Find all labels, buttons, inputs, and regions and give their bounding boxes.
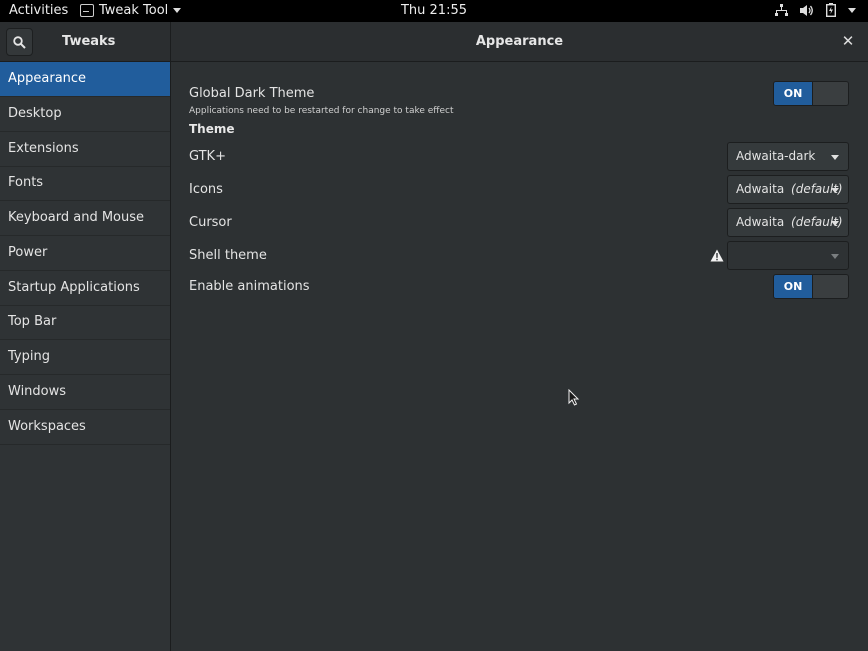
sidebar-item-top-bar[interactable]: Top Bar xyxy=(0,305,170,340)
activities-button[interactable]: Activities xyxy=(9,3,68,18)
system-menu-chevron-icon xyxy=(848,7,856,13)
chevron-down-icon xyxy=(831,254,839,259)
chevron-down-icon xyxy=(831,221,839,226)
switch-on-label: ON xyxy=(774,275,812,298)
switch-knob xyxy=(812,82,848,105)
app-title: Tweaks xyxy=(62,34,116,49)
cursor-theme-value: Adwaita xyxy=(736,215,785,229)
app-menu-label: Tweak Tool xyxy=(99,3,169,18)
close-icon: ✕ xyxy=(841,32,855,50)
sidebar-item-workspaces[interactable]: Workspaces xyxy=(0,410,170,445)
switch-knob xyxy=(812,275,848,298)
gtk-theme-value: Adwaita-dark xyxy=(736,149,816,163)
warning-icon xyxy=(710,249,724,262)
close-button[interactable]: ✕ xyxy=(840,32,856,50)
sidebar-item-power[interactable]: Power xyxy=(0,236,170,271)
sidebar-item-keyboard-and-mouse[interactable]: Keyboard and Mouse xyxy=(0,201,170,236)
app-menu[interactable]: Tweak Tool xyxy=(80,3,182,18)
theme-heading: Theme xyxy=(189,122,235,136)
global-dark-theme-switch[interactable]: ON xyxy=(773,81,849,106)
cursor-theme-dropdown[interactable]: Adwaita (default) xyxy=(727,208,849,237)
appearance-panel: Global Dark Theme Applications need to b… xyxy=(172,62,868,651)
mouse-pointer-icon xyxy=(568,389,580,406)
sidebar: Appearance Desktop Extensions Fonts Keyb… xyxy=(0,62,171,651)
tweak-tool-icon xyxy=(80,4,94,17)
search-button[interactable] xyxy=(6,28,33,56)
global-dark-theme-label: Global Dark Theme xyxy=(189,86,315,101)
search-icon xyxy=(13,35,26,49)
enable-animations-switch[interactable]: ON xyxy=(773,274,849,299)
icons-theme-label: Icons xyxy=(189,182,223,197)
sidebar-item-desktop[interactable]: Desktop xyxy=(0,97,170,132)
sidebar-header: Tweaks xyxy=(0,22,171,62)
icons-theme-value: Adwaita xyxy=(736,182,785,196)
sidebar-item-extensions[interactable]: Extensions xyxy=(0,132,170,167)
page-title: Appearance xyxy=(475,34,564,49)
chevron-down-icon xyxy=(831,155,839,160)
chevron-down-icon xyxy=(831,188,839,193)
sidebar-item-fonts[interactable]: Fonts xyxy=(0,166,170,201)
shell-theme-dropdown[interactable] xyxy=(727,241,849,270)
header-bar: Tweaks Appearance ✕ xyxy=(0,22,868,62)
sidebar-item-typing[interactable]: Typing xyxy=(0,340,170,375)
chevron-down-icon xyxy=(173,8,182,13)
network-icon xyxy=(775,3,788,16)
top-bar: Activities Tweak Tool Thu 21:55 xyxy=(0,0,868,22)
shell-theme-label: Shell theme xyxy=(189,248,267,263)
gtk-theme-dropdown[interactable]: Adwaita-dark xyxy=(727,142,849,171)
global-dark-theme-note: Applications need to be restarted for ch… xyxy=(189,106,454,116)
sidebar-item-startup-applications[interactable]: Startup Applications xyxy=(0,271,170,306)
icons-theme-dropdown[interactable]: Adwaita (default) xyxy=(727,175,849,204)
system-status-area[interactable] xyxy=(775,3,856,17)
sidebar-item-windows[interactable]: Windows xyxy=(0,375,170,410)
volume-icon xyxy=(800,4,813,16)
battery-icon xyxy=(826,3,836,17)
gtk-theme-label: GTK+ xyxy=(189,149,226,164)
sidebar-item-appearance[interactable]: Appearance xyxy=(0,62,170,97)
switch-on-label: ON xyxy=(774,82,812,105)
enable-animations-label: Enable animations xyxy=(189,279,310,294)
cursor-theme-label: Cursor xyxy=(189,215,232,230)
